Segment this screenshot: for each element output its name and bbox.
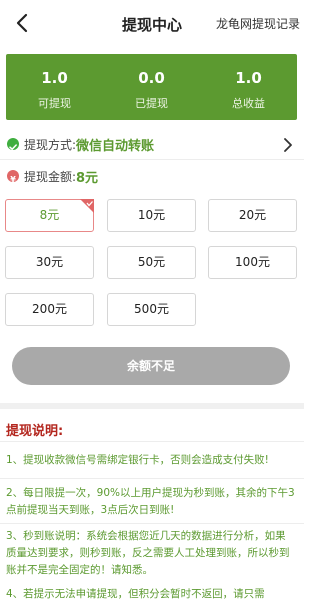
amount-option-200[interactable]: 200元 — [5, 293, 94, 326]
divider — [0, 478, 304, 479]
amount-option-50[interactable]: 50元 — [107, 246, 196, 279]
header: 提现中心 龙龟网提现记录 — [0, 0, 304, 48]
amount-option-label: 100元 — [235, 255, 270, 269]
note-item: 2、每日限提一次，90%以上用户提现为秒到账，其余的下午3点前提现当天到账，3点… — [6, 487, 295, 516]
withdraw-amount-label: 提现金额: — [24, 170, 77, 184]
amount-option-label: 20元 — [238, 208, 267, 222]
withdraw-records-link[interactable]: 龙龟网提现记录 — [216, 15, 300, 32]
withdraw-method-value: 微信自动转账 — [76, 139, 155, 154]
divider — [0, 159, 304, 160]
amount-option-10[interactable]: 10元 — [107, 199, 196, 232]
balance-stats-card: 1.0 可提现 0.0 已提现 1.0 总收益 — [6, 54, 297, 120]
stat-withdrawn-value: 0.0 — [138, 69, 165, 87]
stat-total-value: 1.0 — [235, 69, 262, 87]
divider — [0, 523, 304, 524]
amount-option-label: 200元 — [32, 302, 67, 316]
checkmark-corner-icon — [80, 199, 94, 213]
stat-withdrawn-label: 已提现 — [135, 97, 168, 110]
amount-option-label: 30元 — [35, 255, 64, 269]
withdraw-amount-row: ¥ 提现金额: 8元 — [0, 163, 304, 189]
svg-text:¥: ¥ — [10, 175, 16, 184]
withdraw-method-row[interactable]: 提现方式: 微信自动转账 — [0, 131, 304, 157]
stat-available-label: 可提现 — [38, 97, 71, 110]
amount-option-8[interactable]: 8元 — [5, 199, 94, 232]
amount-option-20[interactable]: 20元 — [208, 199, 297, 232]
wechat-icon — [7, 138, 19, 150]
amount-option-100[interactable]: 100元 — [208, 246, 297, 279]
note-item: 1、提现收款微信号需绑定银行卡，否则会造成支付失败! — [6, 454, 269, 466]
amount-option-label: 8元 — [39, 208, 60, 222]
amount-option-500[interactable]: 500元 — [107, 293, 196, 326]
withdraw-center-page: 提现中心 龙龟网提现记录 1.0 可提现 0.0 已提现 1.0 总收益 提现方… — [0, 0, 304, 602]
stat-available: 1.0 可提现 — [6, 54, 103, 120]
yen-coin-icon: ¥ — [7, 170, 19, 184]
section-divider — [0, 403, 304, 409]
stat-total: 1.0 总收益 — [200, 54, 297, 120]
stat-total-label: 总收益 — [232, 97, 265, 110]
amount-option-30[interactable]: 30元 — [5, 246, 94, 279]
stat-withdrawn: 0.0 已提现 — [103, 54, 200, 120]
stat-available-value: 1.0 — [41, 69, 68, 87]
withdraw-amount-value: 8元 — [76, 171, 99, 186]
chevron-right-icon — [283, 137, 293, 152]
amount-option-label: 500元 — [134, 302, 169, 316]
note-item: 4、若提示无法申请提现，但积分会暂时不返回，请只需 — [6, 588, 265, 600]
amount-option-label: 50元 — [137, 255, 166, 269]
divider — [0, 441, 304, 442]
amount-option-label: 10元 — [137, 208, 166, 222]
submit-withdraw-button[interactable]: 余额不足 — [12, 347, 290, 385]
note-item: 3、秒到账说明：系统会根据您近几天的数据进行分析，如果质量达到要求，则秒到账，反… — [6, 530, 290, 576]
notes-title: 提现说明: — [6, 424, 64, 439]
withdraw-method-label: 提现方式: — [24, 138, 77, 152]
